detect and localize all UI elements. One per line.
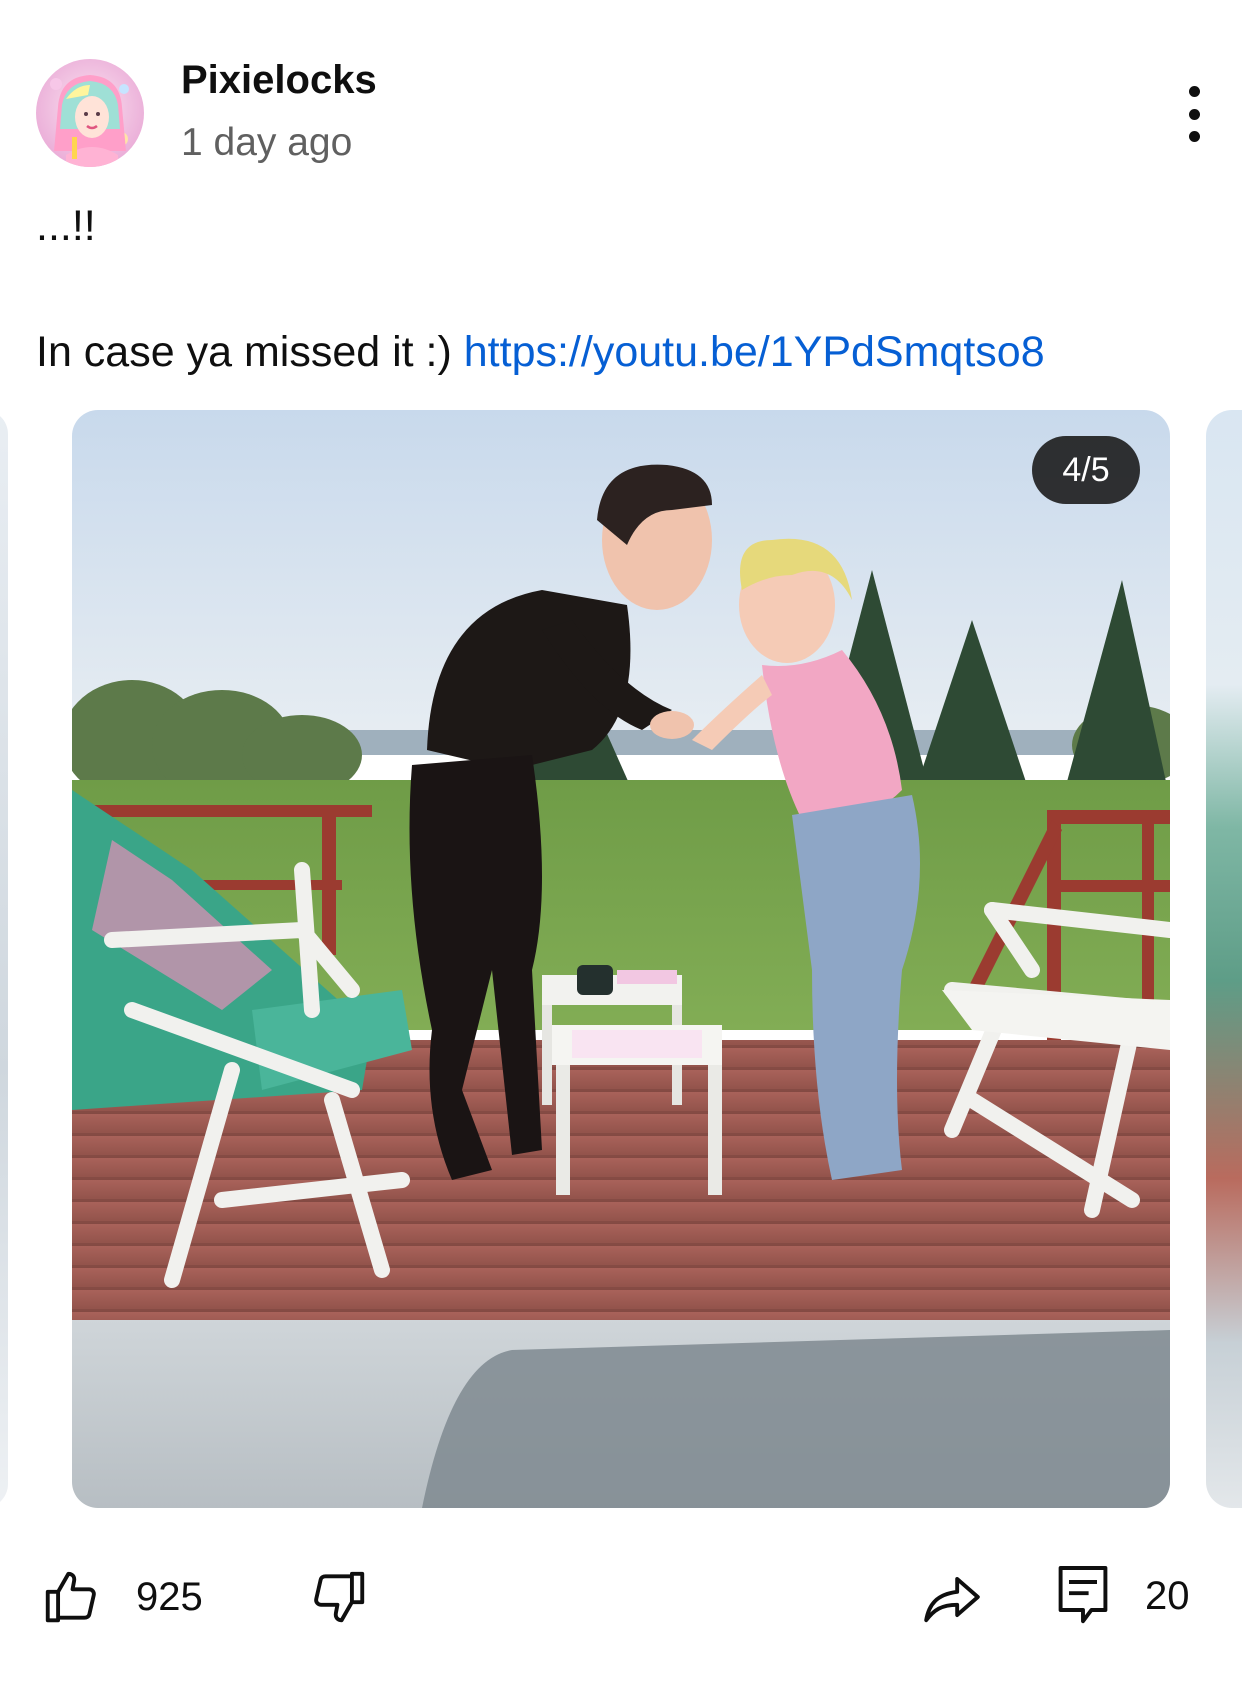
- foreground-object: [422, 1330, 1170, 1508]
- post-timestamp: 1 day ago: [181, 121, 353, 164]
- like-button[interactable]: 925: [40, 1566, 203, 1628]
- comment-count: 20: [1145, 1574, 1190, 1618]
- carousel-previous-image[interactable]: [0, 410, 8, 1508]
- post-text-with-link: In case ya missed it :) https://youtu.be…: [36, 326, 1216, 378]
- post-text: ...!!: [36, 202, 96, 250]
- post-image[interactable]: [72, 410, 1170, 1508]
- more-vert-icon[interactable]: [1170, 86, 1218, 142]
- dislike-button[interactable]: [308, 1566, 370, 1628]
- comment-icon: [1058, 1566, 1108, 1624]
- menu-dot: [1188, 108, 1200, 120]
- like-count: 925: [136, 1575, 203, 1619]
- menu-dot: [1188, 131, 1200, 142]
- post-text-prefix: In case ya missed it :): [36, 328, 464, 376]
- channel-name[interactable]: Pixielocks: [181, 56, 377, 104]
- menu-dot: [1188, 86, 1200, 97]
- image-counter-badge: 4/5: [1032, 436, 1140, 504]
- share-arrow-icon: [924, 1576, 980, 1623]
- comments-button[interactable]: 20: [1055, 1562, 1190, 1630]
- post-action-bar: 925 20: [0, 1552, 1242, 1642]
- thumbs-down-icon: [314, 1571, 365, 1623]
- photo-deck-scene: [72, 410, 1170, 1508]
- avatar-image: [36, 59, 144, 167]
- channel-avatar[interactable]: [36, 59, 144, 167]
- thumbs-up-icon: [45, 1571, 96, 1623]
- carousel-next-image[interactable]: [1206, 410, 1242, 1508]
- post-link[interactable]: https://youtu.be/1YPdSmqtso8: [464, 328, 1045, 376]
- share-button[interactable]: [920, 1566, 984, 1628]
